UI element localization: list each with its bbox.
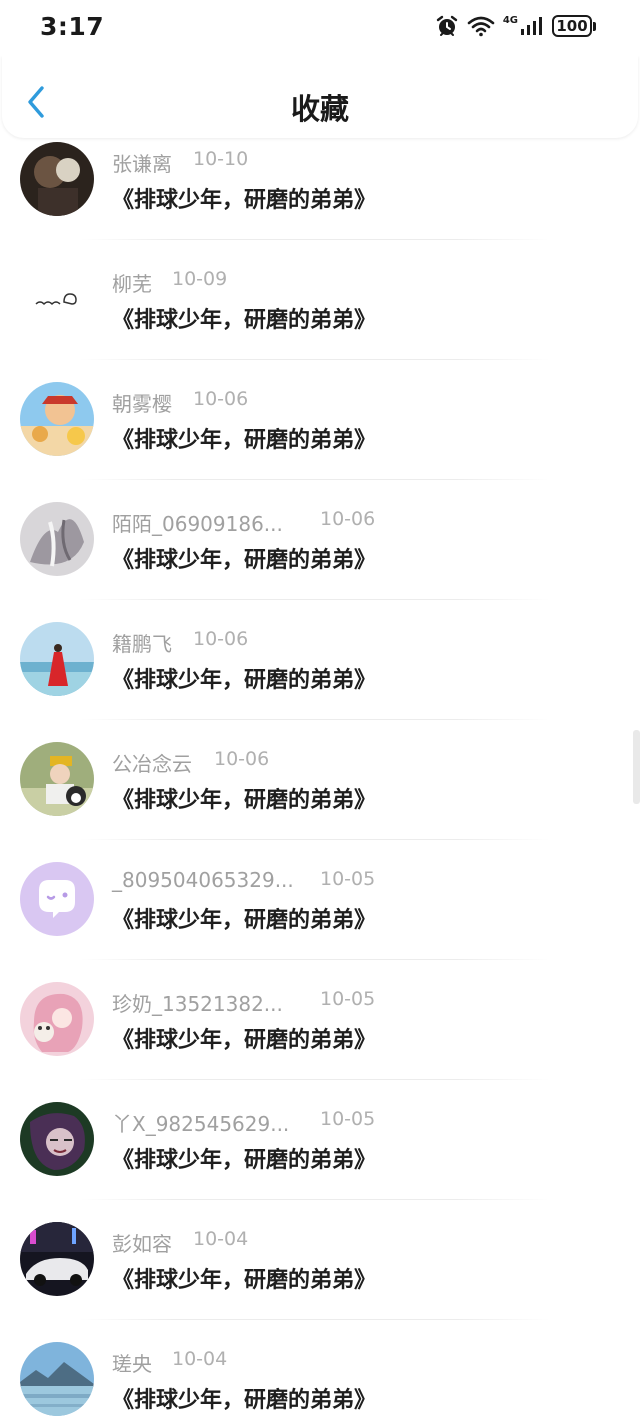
username: 柳芜: [112, 272, 152, 296]
username: 瑳央: [112, 1352, 152, 1376]
username: 公冶念云: [112, 752, 192, 776]
username: 陌陌_06909186...: [112, 512, 283, 536]
username: 彭如容: [112, 1232, 172, 1256]
status-icons: 4G 100: [435, 14, 596, 38]
list-item[interactable]: 瑳央 10-04 《排球少年，研磨的弟弟》: [0, 1320, 640, 1422]
signal-icon: [520, 15, 544, 37]
list-item[interactable]: 陌陌_06909186... 10-06 《排球少年，研磨的弟弟》: [0, 480, 640, 600]
work-title[interactable]: 《排球少年，研磨的弟弟》: [112, 422, 376, 454]
favorite-date: 10-04: [172, 1348, 228, 1370]
favorite-date: 10-10: [193, 148, 249, 170]
avatar[interactable]: [20, 262, 94, 336]
list-item[interactable]: 丫X_982545629... 10-05 《排球少年，研磨的弟弟》: [0, 1080, 640, 1200]
avatar[interactable]: [20, 622, 94, 696]
work-title[interactable]: 《排球少年，研磨的弟弟》: [112, 542, 376, 574]
header: 收藏: [2, 56, 638, 138]
favorite-date: 10-06: [320, 508, 376, 530]
list-item[interactable]: _809504065329... 10-05 《排球少年，研磨的弟弟》: [0, 840, 640, 960]
list-item[interactable]: 朝雾樱 10-06 《排球少年，研磨的弟弟》: [0, 360, 640, 480]
work-title[interactable]: 《排球少年，研磨的弟弟》: [112, 902, 376, 934]
avatar[interactable]: [20, 502, 94, 576]
battery-level: 100: [552, 15, 592, 37]
avatar[interactable]: [20, 1222, 94, 1296]
work-title[interactable]: 《排球少年，研磨的弟弟》: [112, 1022, 376, 1054]
favorite-date: 10-05: [320, 1108, 376, 1130]
favorite-date: 10-04: [193, 1228, 249, 1250]
work-title[interactable]: 《排球少年，研磨的弟弟》: [112, 182, 376, 214]
username: _809504065329...: [112, 868, 294, 892]
avatar[interactable]: [20, 1102, 94, 1176]
work-title[interactable]: 《排球少年，研磨的弟弟》: [112, 662, 376, 694]
list-item[interactable]: 张谦离 10-10 《排球少年，研磨的弟弟》: [0, 120, 640, 240]
favorite-date: 10-06: [214, 748, 270, 770]
page-title: 收藏: [290, 92, 349, 126]
work-title[interactable]: 《排球少年，研磨的弟弟》: [112, 782, 376, 814]
avatar[interactable]: [20, 982, 94, 1056]
list-item[interactable]: 彭如容 10-04 《排球少年，研磨的弟弟》: [0, 1200, 640, 1320]
username: 张谦离: [112, 152, 172, 176]
list-item[interactable]: 柳芜 10-09 《排球少年，研磨的弟弟》: [0, 240, 640, 360]
list-item[interactable]: 籍鹏飞 10-06 《排球少年，研磨的弟弟》: [0, 600, 640, 720]
avatar[interactable]: [20, 862, 94, 936]
avatar[interactable]: [20, 742, 94, 816]
network-type: 4G: [502, 15, 518, 26]
avatar[interactable]: [20, 142, 94, 216]
list-item[interactable]: 珍奶_13521382... 10-05 《排球少年，研磨的弟弟》: [0, 960, 640, 1080]
favorite-date: 10-05: [320, 868, 376, 890]
username: 朝雾樱: [112, 392, 172, 416]
avatar[interactable]: [20, 1342, 94, 1416]
list-item[interactable]: 公冶念云 10-06 《排球少年，研磨的弟弟》: [0, 720, 640, 840]
username: 丫X_982545629...: [112, 1112, 290, 1136]
scrollbar[interactable]: [633, 730, 640, 804]
work-title[interactable]: 《排球少年，研磨的弟弟》: [112, 1262, 376, 1294]
favorite-date: 10-06: [193, 628, 249, 650]
battery-icon: 100: [552, 15, 596, 37]
work-title[interactable]: 《排球少年，研磨的弟弟》: [112, 1142, 376, 1174]
status-bar: 3:17 4G 100: [0, 0, 640, 56]
wifi-icon: [467, 15, 495, 37]
status-time: 3:17: [40, 12, 105, 41]
username: 籍鹏飞: [112, 632, 172, 656]
username: 珍奶_13521382...: [112, 992, 283, 1016]
favorite-date: 10-09: [172, 268, 228, 290]
work-title[interactable]: 《排球少年，研磨的弟弟》: [112, 302, 376, 334]
work-title[interactable]: 《排球少年，研磨的弟弟》: [112, 1382, 376, 1414]
alarm-icon: [435, 14, 459, 38]
avatar[interactable]: [20, 382, 94, 456]
favorite-date: 10-06: [193, 388, 249, 410]
favorite-date: 10-05: [320, 988, 376, 1010]
